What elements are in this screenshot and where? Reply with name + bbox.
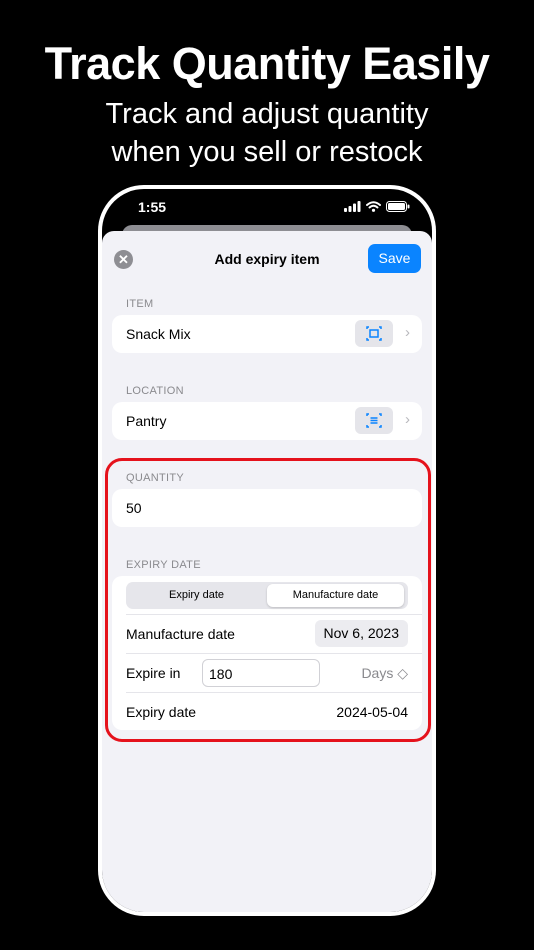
quantity-value[interactable]: 50 [126,500,142,516]
status-time: 1:55 [138,199,167,215]
expiry-date-label: Expiry date [126,704,197,720]
expiry-date-row: Expiry date 2024-05-04 [112,693,422,730]
location-scan-button[interactable] [355,407,393,434]
quantity-field[interactable]: 50 [112,489,422,527]
barcode-scan-icon [366,413,382,428]
save-button[interactable]: Save [368,244,421,273]
expire-in-label: Expire in [126,665,181,681]
expire-in-unit-picker[interactable]: Days ◇ [361,665,408,682]
location-value: Pantry [126,413,167,429]
date-mode-segmented-control: Expiry date Manufacture date [126,582,408,609]
promo-headline: Track Quantity Easily [44,38,490,89]
item-section-label: ITEM [126,298,154,310]
expiry-section-label: EXPIRY DATE [126,559,201,571]
location-row[interactable]: Pantry › [112,402,422,440]
quantity-section-label: QUANTITY [126,472,185,484]
cellular-signal-icon [344,201,361,212]
item-row[interactable]: Snack Mix › [112,315,422,353]
add-item-sheet: ✕ Add expiry item Save ITEM Snack Mix › … [102,231,432,912]
segment-expiry-date[interactable]: Expiry date [128,584,265,607]
manufacture-date-label: Manufacture date [126,626,235,642]
promo-subline-line-2: when you sell or restock [111,136,423,168]
expiry-card: Expiry date Manufacture date Manufacture… [112,576,422,730]
promo-subline-line-1: Track and adjust quantity [105,98,429,130]
expire-in-input[interactable]: 180 [202,659,320,687]
expire-in-row: Expire in 180 Days ◇ [112,654,422,691]
chevron-right-icon: › [405,324,410,341]
status-icons [344,201,410,212]
item-scan-button[interactable] [355,320,393,347]
promo-subline: Track and adjust quantity when you sell … [0,95,534,171]
segment-manufacture-date[interactable]: Manufacture date [267,584,404,607]
battery-icon [386,201,410,212]
wifi-icon [366,201,381,212]
manufacture-date-row: Manufacture date Nov 6, 2023 [112,615,422,652]
barcode-scan-icon [366,326,382,341]
chevron-right-icon: › [405,411,410,428]
phone-screen: 1:55 ✕ Add expiry item Save ITEM Snack M… [102,189,432,912]
item-value: Snack Mix [126,326,191,342]
expiry-date-value: 2024-05-04 [336,704,408,720]
manufacture-date-picker[interactable]: Nov 6, 2023 [314,620,408,647]
location-section-label: LOCATION [126,385,184,397]
